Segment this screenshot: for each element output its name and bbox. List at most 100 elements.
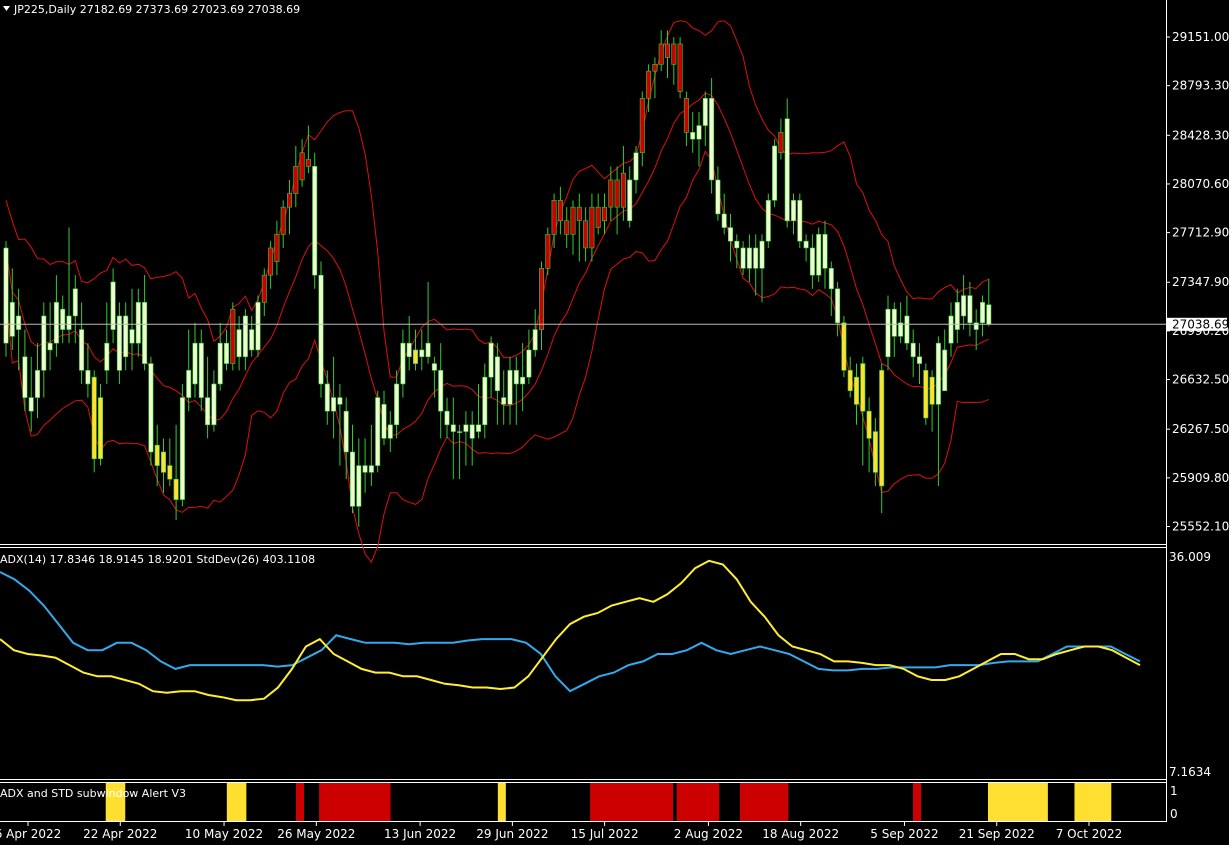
adx-max-label: 36.009 bbox=[1169, 550, 1211, 564]
candle-body bbox=[614, 179, 620, 208]
candle-body bbox=[513, 370, 519, 385]
time-tick-label: 6 Apr 2022 bbox=[0, 827, 61, 841]
trading-chart[interactable]: 29151.00 28793.30 28428.30 28070.60 27712.90… bbox=[0, 0, 1229, 845]
candle-body bbox=[847, 370, 853, 392]
candle-body bbox=[85, 370, 91, 385]
candle-body bbox=[457, 431, 463, 433]
candle-body bbox=[488, 342, 494, 378]
price-tick-label: 26632.50 bbox=[1172, 373, 1229, 387]
candle-body bbox=[368, 465, 374, 473]
candle[interactable] bbox=[545, 227, 551, 276]
candle-body bbox=[942, 349, 948, 392]
candle[interactable] bbox=[677, 37, 683, 99]
candle-body bbox=[973, 322, 979, 330]
candle-body bbox=[658, 43, 664, 65]
candle[interactable] bbox=[179, 383, 185, 507]
candle-body bbox=[910, 342, 916, 358]
candle-body bbox=[34, 370, 40, 398]
candle-body bbox=[872, 431, 878, 473]
alert-bar bbox=[590, 783, 674, 821]
candle[interactable] bbox=[772, 139, 778, 208]
candle-body bbox=[828, 268, 834, 290]
candle-body bbox=[935, 342, 941, 405]
candle-body bbox=[866, 410, 872, 439]
candle-body bbox=[797, 200, 803, 242]
candle-body bbox=[400, 342, 406, 385]
candle-body bbox=[885, 308, 891, 358]
candle[interactable] bbox=[797, 193, 803, 248]
candle-body bbox=[595, 206, 601, 228]
candle-body bbox=[66, 315, 72, 330]
candle[interactable] bbox=[816, 227, 822, 282]
candle-body bbox=[438, 370, 444, 412]
candle[interactable] bbox=[230, 302, 236, 371]
candle-body bbox=[740, 247, 746, 269]
candle-body bbox=[916, 356, 922, 364]
candle[interactable] bbox=[255, 295, 261, 357]
candle-body bbox=[564, 220, 570, 235]
alert-bar bbox=[226, 783, 247, 821]
candle-body bbox=[412, 349, 418, 364]
candle-body bbox=[230, 308, 236, 364]
candle-body bbox=[268, 247, 274, 276]
candle-body bbox=[557, 200, 563, 222]
candle-body bbox=[450, 424, 456, 432]
time-tick-label: 26 May 2022 bbox=[277, 827, 355, 841]
time-tick-label: 13 Jun 2022 bbox=[384, 827, 456, 841]
candle-body bbox=[898, 322, 904, 337]
candle-body bbox=[677, 43, 683, 92]
time-tick-label: 7 Oct 2022 bbox=[1056, 827, 1123, 841]
candle-body bbox=[91, 376, 97, 460]
candle-body bbox=[583, 220, 589, 249]
candle[interactable] bbox=[923, 363, 929, 425]
candle-body bbox=[570, 206, 576, 235]
candle[interactable] bbox=[3, 241, 9, 357]
candle-body bbox=[16, 315, 22, 330]
candle-body bbox=[690, 132, 696, 140]
candle-body bbox=[652, 64, 658, 72]
candle[interactable] bbox=[91, 370, 97, 473]
candle-body bbox=[286, 193, 292, 208]
candle-body bbox=[463, 424, 469, 432]
candle-body bbox=[444, 410, 450, 426]
candle-body bbox=[853, 376, 859, 405]
candle-body bbox=[639, 98, 645, 154]
candle-body bbox=[53, 302, 59, 344]
candle-body bbox=[123, 315, 129, 358]
candle-body bbox=[627, 179, 633, 222]
candle-body bbox=[601, 206, 607, 222]
candle-body bbox=[482, 376, 488, 426]
candle-body bbox=[494, 356, 500, 392]
time-tick-label: 21 Sep 2022 bbox=[959, 827, 1035, 841]
price-tick-label: 25909.80 bbox=[1172, 471, 1229, 485]
candle-body bbox=[790, 200, 796, 222]
candle-body bbox=[242, 315, 248, 358]
candle-body bbox=[211, 383, 217, 426]
candle-body bbox=[387, 424, 393, 439]
candle-body bbox=[431, 363, 437, 371]
candle-body bbox=[979, 302, 985, 324]
candle[interactable] bbox=[375, 390, 381, 473]
candle-body bbox=[954, 302, 960, 330]
candle[interactable] bbox=[765, 193, 771, 248]
candle[interactable] bbox=[312, 152, 318, 289]
candle-body bbox=[702, 98, 708, 126]
candle[interactable] bbox=[318, 261, 324, 398]
candle-body bbox=[110, 281, 116, 330]
candle-body bbox=[620, 172, 626, 208]
candle-body bbox=[104, 342, 110, 371]
candle-body bbox=[589, 206, 595, 249]
symbol-header: JP225,Daily 27182.69 27373.69 27023.69 2… bbox=[3, 3, 300, 16]
alert-bar bbox=[740, 783, 789, 821]
candle[interactable] bbox=[841, 315, 847, 378]
candle-body bbox=[406, 342, 412, 358]
candle-body bbox=[419, 349, 425, 358]
time-tick-label: 22 Apr 2022 bbox=[83, 827, 157, 841]
candle-body bbox=[923, 370, 929, 419]
candle[interactable] bbox=[148, 356, 154, 466]
candle-body bbox=[709, 98, 715, 181]
candle-body bbox=[532, 329, 538, 351]
candle-body bbox=[192, 342, 198, 385]
candle-body bbox=[545, 234, 551, 269]
candle-body bbox=[753, 247, 759, 269]
